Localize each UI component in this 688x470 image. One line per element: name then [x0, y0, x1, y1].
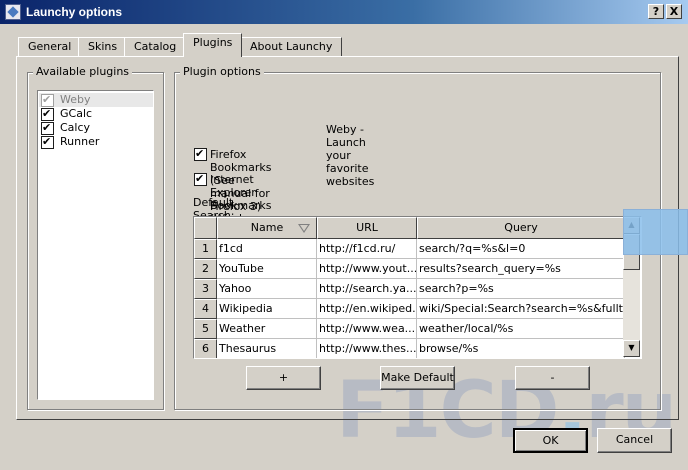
table-row[interactable]: 4 Wikipedia http://en.wikiped... wiki/Speci…	[194, 299, 625, 319]
cell-url[interactable]: http://www.wea...	[317, 319, 417, 339]
title-bar[interactable]: Launchy options ? X	[0, 0, 688, 24]
cell-url[interactable]: http://en.wikiped...	[317, 299, 417, 319]
cell-name[interactable]: YouTube	[217, 259, 317, 279]
row-number[interactable]: 1	[194, 239, 217, 259]
plugin-checkbox-gcalc[interactable]	[41, 107, 54, 121]
plugin-item-gcalc[interactable]: GCalc	[39, 107, 153, 121]
plugin-label: GCalc	[60, 107, 93, 120]
table-row[interactable]: 5 Weather http://www.wea... weather/local/%…	[194, 319, 625, 339]
plugin-checkbox-weby[interactable]	[41, 93, 54, 107]
table-row[interactable]: 3 Yahoo http://search.ya... search?p=%s	[194, 279, 625, 299]
row-number[interactable]: 6	[194, 339, 217, 358]
cell-name[interactable]: Thesaurus	[217, 339, 317, 358]
plugin-checkbox-calcy[interactable]	[41, 121, 54, 135]
table-row[interactable]: 6 Thesaurus http://www.thes... browse/%s	[194, 339, 625, 358]
plugin-description: Weby - Launch your favorite websites	[326, 123, 375, 188]
close-button[interactable]: X	[666, 4, 682, 19]
plugin-item-weby[interactable]: Weby	[39, 93, 153, 107]
cell-query[interactable]: weather/local/%s	[417, 319, 625, 339]
column-header-label: Name	[250, 221, 284, 234]
row-number[interactable]: 2	[194, 259, 217, 279]
table-row[interactable]: 1 f1cd http://f1cd.ru/search/?q=%s&l=0	[194, 239, 625, 259]
cell-query[interactable]: search?p=%s	[417, 279, 625, 299]
table-row[interactable]: 2 YouTube http://www.yout... results?search…	[194, 259, 625, 279]
cell-url[interactable]: http://www.yout...	[317, 259, 417, 279]
ie-bookmarks-checkbox[interactable]	[194, 172, 207, 186]
plugin-list[interactable]: Weby GCalc Calcy Runner	[37, 90, 154, 400]
column-header-name[interactable]: Name	[217, 217, 317, 239]
tab-skins[interactable]: Skins	[78, 37, 128, 57]
plugin-item-calcy[interactable]: Calcy	[39, 121, 153, 135]
firefox-bookmarks-checkbox[interactable]	[194, 147, 207, 161]
column-header-query[interactable]: Query	[417, 217, 625, 239]
plugin-checkbox-runner[interactable]	[41, 135, 54, 149]
row-number[interactable]: 3	[194, 279, 217, 299]
available-plugins-title: Available plugins	[33, 65, 133, 78]
cell-name[interactable]: Wikipedia	[217, 299, 317, 319]
cell-url[interactable]: http://f1cd.ru/	[317, 239, 417, 259]
cell-name[interactable]: Weather	[217, 319, 317, 339]
cell-url[interactable]: http://search.ya...	[317, 279, 417, 299]
cell-query[interactable]: search/?q=%s&l=0	[417, 239, 625, 259]
launchy-app-icon	[5, 4, 21, 20]
default-search-table[interactable]: Name URL Query 1 f1cd http://f1cd.ru/searc…	[193, 216, 642, 359]
plugin-label: Weby	[60, 93, 91, 106]
plugin-item-runner[interactable]: Runner	[39, 135, 153, 149]
scroll-down-arrow-icon[interactable]: ▼	[623, 340, 640, 357]
cell-url[interactable]: http://www.thes...	[317, 339, 417, 358]
row-number[interactable]: 4	[194, 299, 217, 319]
help-button[interactable]: ?	[648, 4, 664, 19]
selection-highlight-overlay	[623, 209, 688, 255]
make-default-button[interactable]: Make Default	[380, 366, 455, 390]
cell-name[interactable]: f1cd	[217, 239, 317, 259]
plugin-label: Calcy	[60, 121, 91, 134]
cell-name[interactable]: Yahoo	[217, 279, 317, 299]
table-corner-header	[194, 217, 217, 239]
remove-search-button[interactable]: -	[515, 366, 590, 390]
cell-query[interactable]: wiki/Special:Search?search=%s&fulltex...	[417, 299, 625, 319]
ok-button[interactable]: OK	[513, 428, 588, 453]
cancel-button[interactable]: Cancel	[597, 428, 672, 453]
cell-query[interactable]: results?search_query=%s	[417, 259, 625, 279]
window-title: Launchy options	[26, 5, 122, 19]
cell-query[interactable]: browse/%s	[417, 339, 625, 358]
row-number[interactable]: 5	[194, 319, 217, 339]
plugin-options-title: Plugin options	[180, 65, 264, 78]
tab-catalog[interactable]: Catalog	[124, 37, 187, 57]
column-header-url[interactable]: URL	[317, 217, 417, 239]
tab-plugins[interactable]: Plugins	[183, 33, 243, 57]
tab-general[interactable]: General	[18, 37, 82, 57]
add-search-button[interactable]: +	[246, 366, 321, 390]
tab-about-launchy[interactable]: About Launchy	[240, 37, 343, 57]
plugin-label: Runner	[60, 135, 100, 148]
sort-descending-icon	[298, 224, 310, 233]
